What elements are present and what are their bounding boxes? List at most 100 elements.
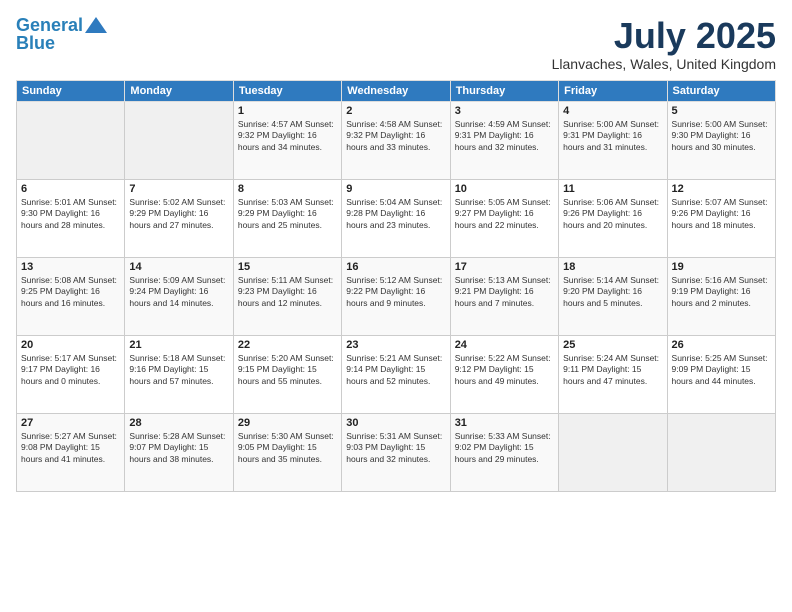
table-row: 25Sunrise: 5:24 AM Sunset: 9:11 PM Dayli… bbox=[559, 335, 667, 413]
table-row: 6Sunrise: 5:01 AM Sunset: 9:30 PM Daylig… bbox=[17, 179, 125, 257]
day-detail: Sunrise: 5:22 AM Sunset: 9:12 PM Dayligh… bbox=[455, 353, 554, 387]
day-number: 23 bbox=[346, 339, 445, 351]
table-row: 14 Sunrise: 5:09 AM Sunset: 9:24 PM Dayli… bbox=[125, 257, 233, 335]
day-detail: Sunrise: 5:20 AM Sunset: 9:15 PM Dayligh… bbox=[238, 353, 337, 387]
day-number: 8 bbox=[238, 183, 337, 195]
day-number: 26 bbox=[672, 339, 771, 351]
day-number: 24 bbox=[455, 339, 554, 351]
calendar-week-3: 13 Sunrise: 5:08 AM Sunset: 9:25 PM Dayli… bbox=[17, 257, 776, 335]
day-detail: Sunrise: 5:30 AM Sunset: 9:05 PM Dayligh… bbox=[238, 431, 337, 465]
table-row: 19 Sunrise: 5:16 AM Sunset: 9:19 PM Dayli… bbox=[667, 257, 775, 335]
logo-text: GeneralBlue bbox=[16, 16, 83, 52]
table-row: 11Sunrise: 5:06 AM Sunset: 9:26 PM Dayli… bbox=[559, 179, 667, 257]
table-row: 29 Sunrise: 5:30 AM Sunset: 9:05 PM Dayli… bbox=[233, 413, 341, 491]
table-row bbox=[559, 413, 667, 491]
day-detail: Sunrise: 5:01 AM Sunset: 9:30 PM Dayligh… bbox=[21, 197, 120, 231]
logo: GeneralBlue bbox=[16, 16, 107, 52]
table-row bbox=[125, 101, 233, 179]
table-row: 22 Sunrise: 5:20 AM Sunset: 9:15 PM Dayli… bbox=[233, 335, 341, 413]
day-number: 2 bbox=[346, 105, 445, 117]
col-saturday: Saturday bbox=[667, 80, 775, 101]
day-detail: Sunrise: 5:13 AM Sunset: 9:21 PM Dayligh… bbox=[455, 275, 554, 309]
day-number: 12 bbox=[672, 183, 771, 195]
day-number: 22 bbox=[238, 339, 337, 351]
day-number: 17 bbox=[455, 261, 554, 273]
day-detail: Sunrise: 5:03 AM Sunset: 9:29 PM Dayligh… bbox=[238, 197, 337, 231]
table-row: 27 Sunrise: 5:27 AM Sunset: 9:08 PM Dayli… bbox=[17, 413, 125, 491]
table-row: 23Sunrise: 5:21 AM Sunset: 9:14 PM Dayli… bbox=[342, 335, 450, 413]
day-number: 20 bbox=[21, 339, 120, 351]
table-row: 1Sunrise: 4:57 AM Sunset: 9:32 PM Daylig… bbox=[233, 101, 341, 179]
calendar-page: GeneralBlue July 2025 Llanvaches, Wales,… bbox=[0, 0, 792, 612]
table-row: 9 Sunrise: 5:04 AM Sunset: 9:28 PM Daylig… bbox=[342, 179, 450, 257]
day-detail: Sunrise: 5:11 AM Sunset: 9:23 PM Dayligh… bbox=[238, 275, 337, 309]
table-row: 26 Sunrise: 5:25 AM Sunset: 9:09 PM Dayli… bbox=[667, 335, 775, 413]
day-detail: Sunrise: 4:57 AM Sunset: 9:32 PM Dayligh… bbox=[238, 119, 337, 153]
table-row: 28Sunrise: 5:28 AM Sunset: 9:07 PM Dayli… bbox=[125, 413, 233, 491]
day-number: 25 bbox=[563, 339, 662, 351]
day-detail: Sunrise: 5:05 AM Sunset: 9:27 PM Dayligh… bbox=[455, 197, 554, 231]
day-detail: Sunrise: 5:28 AM Sunset: 9:07 PM Dayligh… bbox=[129, 431, 228, 465]
table-row: 3 Sunrise: 4:59 AM Sunset: 9:31 PM Daylig… bbox=[450, 101, 558, 179]
calendar-week-4: 20Sunrise: 5:17 AM Sunset: 9:17 PM Dayli… bbox=[17, 335, 776, 413]
table-row: 20Sunrise: 5:17 AM Sunset: 9:17 PM Dayli… bbox=[17, 335, 125, 413]
day-detail: Sunrise: 5:08 AM Sunset: 9:25 PM Dayligh… bbox=[21, 275, 120, 309]
day-detail: Sunrise: 4:59 AM Sunset: 9:31 PM Dayligh… bbox=[455, 119, 554, 153]
col-thursday: Thursday bbox=[450, 80, 558, 101]
day-number: 18 bbox=[563, 261, 662, 273]
day-number: 3 bbox=[455, 105, 554, 117]
day-detail: Sunrise: 5:09 AM Sunset: 9:24 PM Dayligh… bbox=[129, 275, 228, 309]
day-detail: Sunrise: 5:02 AM Sunset: 9:29 PM Dayligh… bbox=[129, 197, 228, 231]
calendar-week-2: 6Sunrise: 5:01 AM Sunset: 9:30 PM Daylig… bbox=[17, 179, 776, 257]
table-row: 16Sunrise: 5:12 AM Sunset: 9:22 PM Dayli… bbox=[342, 257, 450, 335]
day-number: 19 bbox=[672, 261, 771, 273]
table-row: 13 Sunrise: 5:08 AM Sunset: 9:25 PM Dayli… bbox=[17, 257, 125, 335]
day-detail: Sunrise: 5:06 AM Sunset: 9:26 PM Dayligh… bbox=[563, 197, 662, 231]
title-block: July 2025 Llanvaches, Wales, United King… bbox=[552, 16, 776, 72]
table-row: 12 Sunrise: 5:07 AM Sunset: 9:26 PM Dayli… bbox=[667, 179, 775, 257]
day-detail: Sunrise: 5:25 AM Sunset: 9:09 PM Dayligh… bbox=[672, 353, 771, 387]
day-detail: Sunrise: 5:14 AM Sunset: 9:20 PM Dayligh… bbox=[563, 275, 662, 309]
table-row bbox=[17, 101, 125, 179]
col-tuesday: Tuesday bbox=[233, 80, 341, 101]
day-detail: Sunrise: 5:27 AM Sunset: 9:08 PM Dayligh… bbox=[21, 431, 120, 465]
day-detail: Sunrise: 5:07 AM Sunset: 9:26 PM Dayligh… bbox=[672, 197, 771, 231]
day-number: 14 bbox=[129, 261, 228, 273]
day-detail: Sunrise: 5:04 AM Sunset: 9:28 PM Dayligh… bbox=[346, 197, 445, 231]
table-row: 21 Sunrise: 5:18 AM Sunset: 9:16 PM Dayli… bbox=[125, 335, 233, 413]
day-number: 27 bbox=[21, 417, 120, 429]
day-detail: Sunrise: 5:16 AM Sunset: 9:19 PM Dayligh… bbox=[672, 275, 771, 309]
day-number: 9 bbox=[346, 183, 445, 195]
day-number: 4 bbox=[563, 105, 662, 117]
col-friday: Friday bbox=[559, 80, 667, 101]
day-number: 30 bbox=[346, 417, 445, 429]
calendar-week-1: 1Sunrise: 4:57 AM Sunset: 9:32 PM Daylig… bbox=[17, 101, 776, 179]
day-number: 5 bbox=[672, 105, 771, 117]
calendar-table: Sunday Monday Tuesday Wednesday Thursday… bbox=[16, 80, 776, 492]
day-detail: Sunrise: 5:18 AM Sunset: 9:16 PM Dayligh… bbox=[129, 353, 228, 387]
day-detail: Sunrise: 5:12 AM Sunset: 9:22 PM Dayligh… bbox=[346, 275, 445, 309]
table-row: 18 Sunrise: 5:14 AM Sunset: 9:20 PM Dayli… bbox=[559, 257, 667, 335]
col-wednesday: Wednesday bbox=[342, 80, 450, 101]
day-detail: Sunrise: 5:00 AM Sunset: 9:30 PM Dayligh… bbox=[672, 119, 771, 153]
day-detail: Sunrise: 5:00 AM Sunset: 9:31 PM Dayligh… bbox=[563, 119, 662, 153]
col-sunday: Sunday bbox=[17, 80, 125, 101]
day-number: 10 bbox=[455, 183, 554, 195]
table-row: 10 Sunrise: 5:05 AM Sunset: 9:27 PM Dayli… bbox=[450, 179, 558, 257]
day-number: 21 bbox=[129, 339, 228, 351]
day-number: 7 bbox=[129, 183, 228, 195]
day-number: 13 bbox=[21, 261, 120, 273]
location: Llanvaches, Wales, United Kingdom bbox=[552, 56, 776, 72]
table-row: 17 Sunrise: 5:13 AM Sunset: 9:21 PM Dayli… bbox=[450, 257, 558, 335]
table-row: 7 Sunrise: 5:02 AM Sunset: 9:29 PM Daylig… bbox=[125, 179, 233, 257]
table-row bbox=[667, 413, 775, 491]
header: GeneralBlue July 2025 Llanvaches, Wales,… bbox=[16, 16, 776, 72]
table-row: 4 Sunrise: 5:00 AM Sunset: 9:31 PM Daylig… bbox=[559, 101, 667, 179]
day-number: 29 bbox=[238, 417, 337, 429]
calendar-week-5: 27 Sunrise: 5:27 AM Sunset: 9:08 PM Dayli… bbox=[17, 413, 776, 491]
day-number: 15 bbox=[238, 261, 337, 273]
table-row: 8 Sunrise: 5:03 AM Sunset: 9:29 PM Daylig… bbox=[233, 179, 341, 257]
table-row: 15 Sunrise: 5:11 AM Sunset: 9:23 PM Dayli… bbox=[233, 257, 341, 335]
table-row: 2Sunrise: 4:58 AM Sunset: 9:32 PM Daylig… bbox=[342, 101, 450, 179]
table-row: 30Sunrise: 5:31 AM Sunset: 9:03 PM Dayli… bbox=[342, 413, 450, 491]
